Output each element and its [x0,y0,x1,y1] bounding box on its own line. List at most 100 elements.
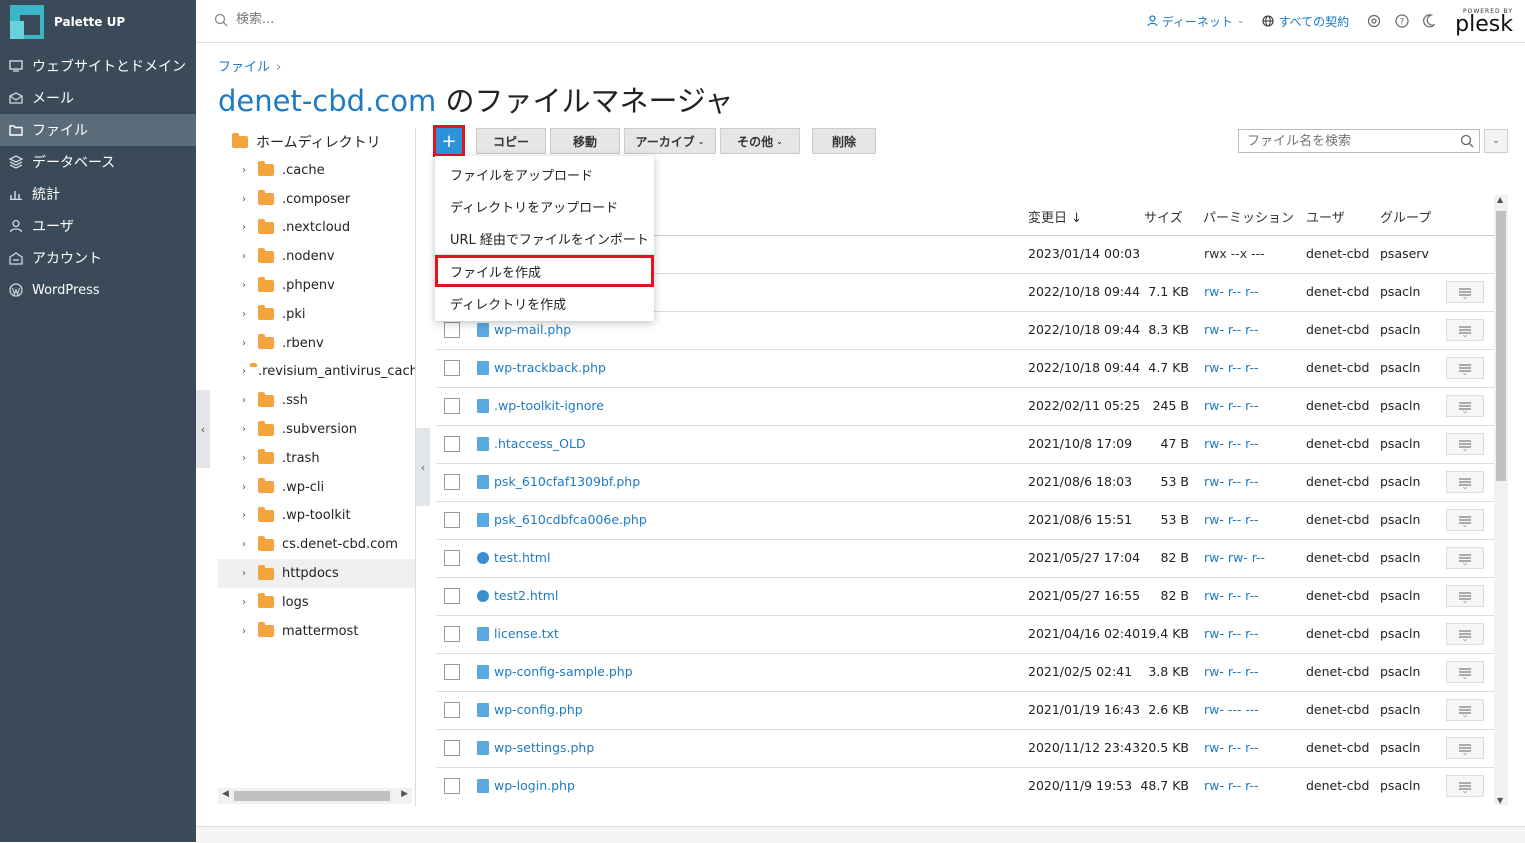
scroll-left-icon[interactable]: ◀ [222,789,229,799]
scrollbar-thumb[interactable] [1496,211,1506,481]
col-modified[interactable]: 変更日 ↓ [1028,207,1082,226]
tree-item[interactable]: › .cache [218,156,415,185]
sidebar-item-mail[interactable]: メール [0,82,196,114]
chevron-right-icon[interactable]: › [242,597,254,608]
other-button[interactable]: その他 ⌄ [720,128,800,154]
sidebar-item-users[interactable]: ユーザ [0,210,196,242]
menu-upload-directory[interactable]: ディレクトリをアップロード [435,190,654,222]
row-checkbox[interactable] [444,474,460,490]
tree-item[interactable]: › .revisium_antivirus_cach [218,358,415,387]
table-row[interactable]: .htaccess_OLD 2021/10/8 17:09 47 B rw- r-- … [436,426,1494,464]
table-row[interactable]: psk_610cdbfca006e.php 2021/08/6 15:51 53 B… [436,502,1494,540]
sidebar-item-wordpress[interactable]: WordPress [0,274,196,306]
row-checkbox[interactable] [444,664,460,680]
tree-root[interactable]: ホームディレクトリ [218,128,415,156]
file-permissions[interactable]: rw- r-- r-- [1204,588,1259,603]
chevron-right-icon[interactable]: › [242,194,254,205]
chevron-right-icon[interactable]: › [242,510,254,521]
file-permissions[interactable]: rw- r-- r-- [1204,512,1259,527]
add-button[interactable]: + [433,125,465,157]
col-group[interactable]: グループ [1380,207,1431,226]
tree-item[interactable]: › logs [218,588,415,617]
file-name[interactable]: license.txt [494,626,559,641]
sidebar-item-stats[interactable]: 統計 [0,178,196,210]
file-search[interactable] [1238,129,1480,153]
menu-create-directory[interactable]: ディレクトリを作成 [435,287,654,319]
file-permissions[interactable]: rw- rw- r-- [1204,550,1265,565]
file-permissions[interactable]: rw- r-- r-- [1204,360,1259,375]
file-permissions[interactable]: rw- r-- r-- [1204,284,1259,299]
file-permissions[interactable]: rw- r-- r-- [1204,322,1259,337]
row-checkbox[interactable] [444,360,460,376]
row-actions-button[interactable]: ⌄ [1446,661,1484,683]
row-actions-button[interactable]: ⌄ [1446,585,1484,607]
brand[interactable]: Palette UP [0,0,196,44]
row-actions-button[interactable]: ⌄ [1446,319,1484,341]
table-row[interactable]: .wp-toolkit-ignore 2022/02/11 05:25 245 B r… [436,388,1494,426]
copy-button[interactable]: コピー [476,128,546,154]
col-user[interactable]: ユーザ [1306,207,1345,226]
row-checkbox[interactable] [444,740,460,756]
table-row[interactable]: wp-config.php 2021/01/19 16:43 2.6 KB rw- -… [436,692,1494,730]
subscriptions-menu[interactable]: すべての契約 [1262,13,1349,30]
tree-item[interactable]: › .rbenv [218,329,415,358]
scroll-down-icon[interactable]: ▼ [1497,796,1503,805]
chevron-right-icon[interactable]: › [242,280,254,291]
file-name[interactable]: test2.html [494,588,558,603]
file-name[interactable]: wp-mail.php [494,322,571,337]
file-name[interactable]: wp-config-sample.php [494,664,633,679]
chevron-right-icon[interactable]: › [242,626,254,637]
table-row[interactable]: license.txt 2021/04/16 02:40 19.4 KB rw- r-… [436,616,1494,654]
file-name[interactable]: wp-settings.php [494,740,594,755]
row-checkbox[interactable] [444,512,460,528]
sidebar-item-database[interactable]: データベース [0,146,196,178]
moon-icon[interactable] [1423,14,1436,28]
scrollbar-thumb[interactable] [234,791,390,801]
file-permissions[interactable]: rw- r-- r-- [1204,626,1259,641]
tree-item[interactable]: › .ssh [218,386,415,415]
sidebar-item-websites[interactable]: ウェブサイトとドメイン [0,50,196,82]
menu-upload-file[interactable]: ファイルをアップロード [435,158,654,190]
row-actions-button[interactable]: ⌄ [1446,281,1484,303]
row-checkbox[interactable] [444,626,460,642]
row-actions-button[interactable]: ⌄ [1446,737,1484,759]
search-icon[interactable] [1455,134,1479,148]
sidebar-item-account[interactable]: アカウント [0,242,196,274]
row-checkbox[interactable] [444,436,460,452]
chevron-right-icon[interactable]: › [242,395,254,406]
table-row[interactable]: wp-trackback.php 2022/10/18 09:44 4.7 KB rw… [436,350,1494,388]
file-name[interactable]: wp-login.php [494,778,575,793]
table-vertical-scrollbar[interactable]: ▲ ▼ [1494,195,1508,805]
file-permissions[interactable]: rw- r-- r-- [1204,436,1259,451]
file-search-input[interactable] [1239,132,1455,150]
tree-item[interactable]: › mattermost [218,617,415,646]
tree-item[interactable]: › httpdocs [218,559,415,588]
row-actions-button[interactable]: ⌄ [1446,623,1484,645]
menu-import-url[interactable]: URL 経由でファイルをインポート [435,222,654,254]
chevron-right-icon[interactable]: › [242,539,254,550]
chevron-right-icon[interactable]: › [242,366,246,377]
file-name[interactable]: psk_610cfaf1309bf.php [494,474,640,489]
col-permissions[interactable]: パーミッション [1203,207,1294,226]
global-search[interactable] [214,11,438,28]
row-actions-button[interactable]: ⌄ [1446,433,1484,455]
tree-item[interactable]: › .subversion [218,415,415,444]
tree-item[interactable]: › .nodenv [218,242,415,271]
tree-item[interactable]: › .nextcloud [218,214,415,243]
chevron-right-icon[interactable]: › [242,338,254,349]
row-actions-button[interactable]: ⌄ [1446,547,1484,569]
row-actions-button[interactable]: ⌄ [1446,699,1484,721]
row-actions-button[interactable]: ⌄ [1446,395,1484,417]
table-row[interactable]: wp-login.php 2020/11/9 19:53 48.7 KB rw- r-… [436,768,1494,805]
table-row[interactable]: wp-config-sample.php 2021/02/5 02:41 3.8 K… [436,654,1494,692]
row-checkbox[interactable] [444,398,460,414]
table-row[interactable]: test.html 2021/05/27 17:04 82 B rw- rw- r--… [436,540,1494,578]
tree-horizontal-scrollbar[interactable]: ◀ ▶ [218,788,412,804]
file-permissions[interactable]: rw- r-- r-- [1204,474,1259,489]
tree-collapse-button[interactable]: ‹ [416,428,430,506]
scroll-right-icon[interactable]: ▶ [401,789,408,799]
tree-item[interactable]: › .wp-cli [218,473,415,502]
tree-item[interactable]: › .trash [218,444,415,473]
file-permissions[interactable]: rw- r-- r-- [1204,778,1259,793]
chevron-right-icon[interactable]: › [242,165,254,176]
